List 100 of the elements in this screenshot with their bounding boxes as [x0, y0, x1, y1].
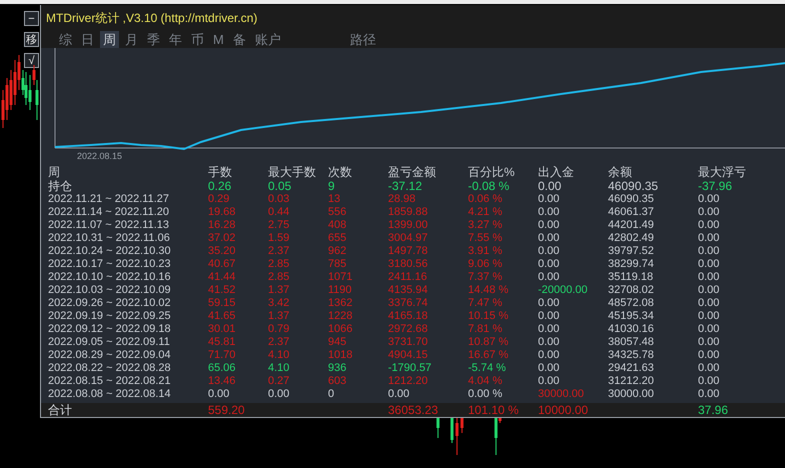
column-header: 次数 [328, 165, 353, 179]
row-label: 2022.08.22 ~ 2022.08.28 [48, 362, 171, 375]
row-label: 2022.09.19 ~ 2022.09.25 [48, 310, 171, 323]
tab[interactable]: 账户 [252, 30, 284, 48]
table-cell: 1859.88 [388, 206, 428, 219]
table-cell: 101.10 % [468, 403, 519, 417]
row-label: 2022.08.08 ~ 2022.08.14 [48, 388, 171, 401]
table-cell: 38299.74 [608, 258, 654, 271]
tab[interactable]: 周 [100, 30, 119, 48]
table-cell: 7.37 % [468, 271, 502, 284]
table-cell: 0.00 [538, 179, 562, 193]
table-cell: 10.87 % [468, 336, 508, 349]
tab[interactable]: 年 [166, 30, 185, 48]
table-cell: 4.04 % [468, 375, 502, 388]
table-cell: 0.00 [698, 375, 720, 388]
table-cell: 13 [328, 193, 340, 206]
tab[interactable]: 日 [78, 30, 97, 48]
table-cell: 35119.18 [608, 271, 654, 284]
table-cell: 59.15 [208, 297, 236, 310]
table-cell: 408 [328, 219, 346, 232]
table-cell: 4165.18 [388, 310, 428, 323]
column-header: 周 [48, 165, 61, 179]
table-cell: 0.00 [698, 362, 720, 375]
table-cell: 0.00 [538, 323, 560, 336]
column-header: 最大手数 [268, 165, 317, 179]
table-cell: 10000.00 [538, 403, 588, 417]
row-label: 2022.10.24 ~ 2022.10.30 [48, 245, 171, 258]
table-cell: 0.00 [538, 271, 560, 284]
table-cell: 35.20 [208, 245, 236, 258]
table-cell: 31212.20 [608, 375, 654, 388]
table-cell: 3180.56 [388, 258, 428, 271]
table-cell: 0.05 [268, 179, 292, 193]
table-cell: 0.00 [698, 258, 720, 271]
table-cell: 41.52 [208, 284, 236, 297]
table-cell: 1018 [328, 349, 352, 362]
row-label: 2022.08.15 ~ 2022.08.21 [48, 375, 171, 388]
table-cell: 30.01 [208, 323, 236, 336]
side-button[interactable]: √ [24, 53, 39, 68]
table-cell: 10.15 % [468, 310, 508, 323]
table-cell: 0.00 [698, 297, 720, 310]
table-cell: 38057.48 [608, 336, 654, 349]
tab[interactable]: 月 [122, 30, 141, 48]
row-label: 持仓 [48, 179, 72, 193]
tab[interactable]: 路径 [346, 30, 379, 48]
table-cell: 0.00 [698, 206, 720, 219]
table-cell: 0.00 [698, 232, 720, 245]
table-cell: 3731.70 [388, 336, 428, 349]
table-cell: 2972.68 [388, 323, 428, 336]
table-cell: 40.67 [208, 258, 236, 271]
table-cell: -20000.00 [538, 284, 588, 297]
table-cell: 7.81 % [468, 323, 502, 336]
table-cell: 9.06 % [468, 258, 502, 271]
row-label: 2022.09.26 ~ 2022.10.02 [48, 297, 171, 310]
column-header: 出入金 [538, 165, 575, 179]
table-cell: 3.42 [268, 297, 290, 310]
column-header: 手数 [208, 165, 233, 179]
tab[interactable]: 币 [188, 30, 207, 48]
table-cell: 41.44 [208, 271, 236, 284]
table-cell: 1228 [328, 310, 352, 323]
table-cell: 32708.02 [608, 284, 654, 297]
table-cell: 0.00 [538, 232, 560, 245]
column-header: 盈亏金额 [388, 165, 437, 179]
tab[interactable]: M [210, 30, 227, 48]
table-cell: 3.27 % [468, 219, 502, 232]
table-cell: 46090.35 [608, 179, 658, 193]
table-cell: 7.55 % [468, 232, 502, 245]
table-cell: 0.00 [698, 271, 720, 284]
table-cell: 0.00 [208, 388, 230, 401]
table-cell: 0.79 [268, 323, 290, 336]
side-button[interactable]: 移 [24, 32, 39, 47]
table-cell: 936 [328, 362, 346, 375]
row-label: 2022.10.10 ~ 2022.10.16 [48, 271, 171, 284]
table-cell: 3004.97 [388, 232, 428, 245]
tab[interactable]: 综 [56, 30, 75, 48]
tab[interactable]: 备 [230, 30, 249, 48]
table-cell: 0.03 [268, 193, 290, 206]
side-button[interactable]: − [24, 11, 39, 26]
table-cell: 785 [328, 258, 346, 271]
row-label: 合计 [48, 403, 72, 417]
table-cell: 0.00 [698, 284, 720, 297]
row-label: 2022.09.12 ~ 2022.09.18 [48, 323, 171, 336]
table-cell: 1362 [328, 297, 352, 310]
table-cell: -1790.57 [388, 362, 432, 375]
table-cell: 19.68 [208, 206, 236, 219]
table-cell: 2.75 [268, 219, 290, 232]
table-cell: 9 [328, 179, 335, 193]
table-cell: 1190 [328, 284, 352, 297]
table-cell: 0.00 [538, 219, 560, 232]
table-cell: 46090.35 [608, 193, 654, 206]
row-label: 2022.10.03 ~ 2022.10.09 [48, 284, 171, 297]
table-cell: 0.00 [538, 362, 560, 375]
table-cell: 655 [328, 232, 346, 245]
table-cell: 0.00 [538, 245, 560, 258]
axis-label: 2022.08.15 [77, 150, 122, 163]
tab[interactable]: 季 [144, 30, 163, 48]
table-cell: 0.00 [698, 219, 720, 232]
table-cell: 1066 [328, 323, 352, 336]
table-cell: -0.08 % [468, 179, 510, 193]
table-cell: 4.10 [268, 349, 290, 362]
table-cell: 46061.37 [608, 206, 654, 219]
